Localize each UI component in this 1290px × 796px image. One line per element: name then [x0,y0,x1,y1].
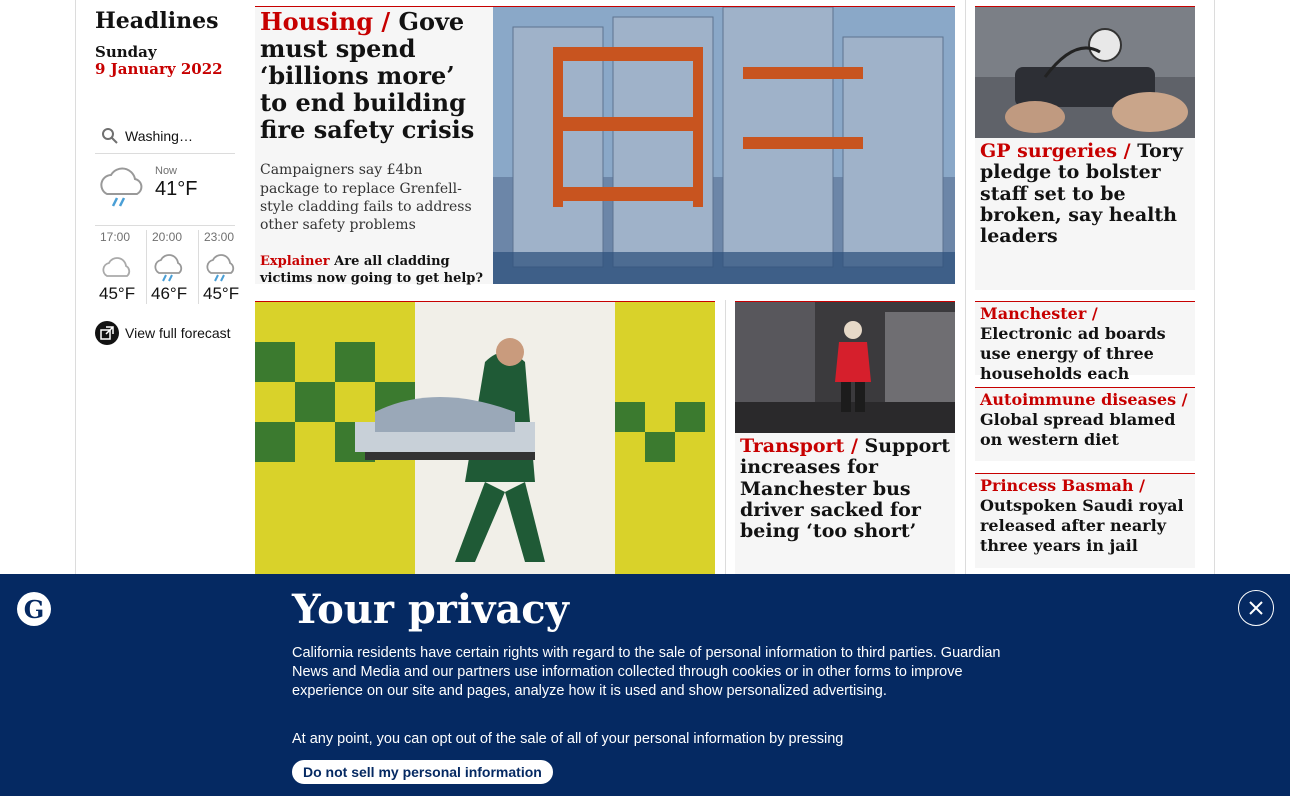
story-kicker: Transport / [740,435,858,457]
forecast-item: 20:00 46°F [146,230,194,304]
story-kicker: Princess Basmah / [980,476,1145,495]
story-card-manchester[interactable]: Manchester / Electronic ad boards use en… [975,301,1195,383]
privacy-banner: G Your privacy California residents have… [0,574,1290,796]
do-not-sell-button[interactable]: Do not sell my personal information [292,760,553,784]
story-headline[interactable]: Transport / Support increases for Manche… [740,435,952,542]
location-input[interactable] [125,127,225,144]
story-card-ambulance[interactable] [255,301,715,575]
privacy-optout-text: At any point, you can opt out of the sal… [292,731,844,747]
story-headline[interactable]: Manchester / Electronic ad boards use en… [980,304,1192,384]
story-headline[interactable]: Housing / Gove must spend ‘billions more… [260,7,484,143]
guardian-logo-icon: G [17,592,51,626]
day-label: Sunday [95,43,157,61]
story-card-transport[interactable]: Transport / Support increases for Manche… [735,301,955,575]
rain-cloud-icon [100,167,143,207]
external-link-icon [95,321,119,345]
forecast-temp: 46°F [151,284,188,303]
forecast-time: 23:00 [204,230,235,244]
explainer-kicker: Explainer [260,254,330,270]
date-label: 9 January 2022 [95,60,223,78]
svg-text:G: G [24,595,45,624]
weather-location-search[interactable] [95,118,235,154]
forecast-time: 20:00 [152,230,183,244]
full-forecast-label: View full forecast [125,325,231,341]
rain-cloud-icon [206,254,235,282]
story-kicker: Housing / [260,7,391,36]
story-kicker: Autoimmune diseases / [980,390,1188,409]
story-card-basmah[interactable]: Princess Basmah / Outspoken Saudi royal … [975,473,1195,568]
forecast-item: 23:00 45°F [198,230,246,304]
forecast-time: 17:00 [100,230,131,244]
story-image-bus-driver[interactable] [735,302,955,433]
section-title: Headlines [95,8,219,34]
story-headline[interactable]: Autoimmune diseases / Global spread blam… [980,390,1192,450]
search-icon [102,127,118,144]
story-card-gp[interactable]: GP surgeries / Tory pledge to bolster st… [975,6,1195,290]
story-kicker: GP surgeries / [980,140,1131,162]
privacy-title: Your privacy [292,586,569,633]
explainer-link[interactable]: Explainer Are all cladding victims now g… [260,254,484,288]
story-image-ambulance[interactable] [255,302,715,575]
story-headline[interactable]: Princess Basmah / Outspoken Saudi royal … [980,476,1192,556]
now-label: Now [155,165,178,177]
close-icon[interactable] [1238,590,1274,626]
forecast-temp: 45°F [203,284,240,303]
story-standfirst: Campaigners say £4bn package to replace … [260,162,472,233]
now-temperature: 41°F [155,178,198,200]
rain-cloud-icon [154,254,183,282]
story-kicker: Manchester / [980,304,1098,323]
current-weather: Now 41°F [95,160,235,226]
forecast-item: 17:00 45°F [95,230,143,304]
story-image-blood-pressure[interactable] [975,7,1195,138]
story-card-autoimmune[interactable]: Autoimmune diseases / Global spread blam… [975,387,1195,461]
headline-text: Electronic ad boards use energy of three… [980,324,1166,383]
story-headline[interactable]: GP surgeries / Tory pledge to bolster st… [980,140,1190,247]
headline-text: Global spread blamed on western diet [980,410,1176,449]
cloud-icon [102,257,131,277]
full-forecast-link[interactable]: View full forecast [95,321,231,345]
headline-text: Outspoken Saudi royal released after nea… [980,496,1184,555]
story-card-housing[interactable]: Housing / Gove must spend ‘billions more… [255,6,955,286]
privacy-body: California residents have certain rights… [292,645,1001,700]
story-text: Housing / Gove must spend ‘billions more… [260,7,484,288]
story-image-cladding[interactable] [493,7,955,284]
forecast-temp: 45°F [99,284,136,303]
